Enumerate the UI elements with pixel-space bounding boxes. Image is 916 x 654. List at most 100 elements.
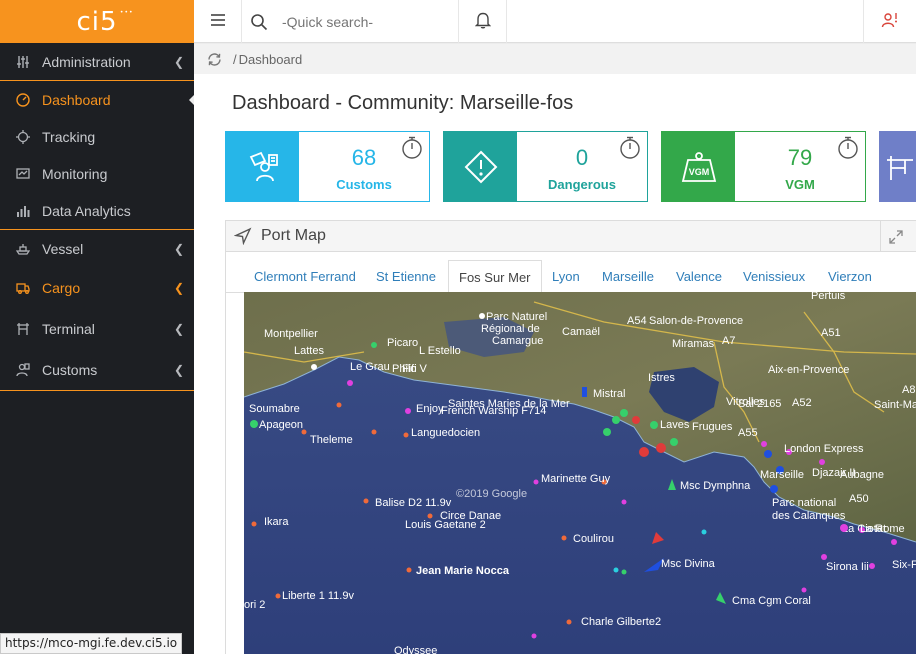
speedometer-icon [16,92,30,107]
tab-venissieux[interactable]: Venissieux [743,260,805,293]
sidebar-item-label: Terminal [42,320,95,337]
svg-text:Parc Naturel: Parc Naturel [486,311,547,323]
user-alert-icon [881,11,899,32]
tab-marseille[interactable]: Marseille [602,260,654,293]
satellite-map[interactable]: Montpellier Lattes Parc Naturel Régional… [244,292,916,654]
breadcrumb: / Dashboard [194,44,916,74]
svg-text:Djazair II: Djazair II [812,467,855,479]
svg-text:©2019 Google: ©2019 Google [456,488,527,500]
svg-text:Apageon: Apageon [259,419,303,431]
svg-text:Languedocien: Languedocien [411,427,480,439]
svg-text:A8: A8 [902,384,915,396]
expand-icon[interactable] [880,221,910,252]
main-content: Dashboard - Community: Marseille-fos 68 … [194,74,916,654]
tab-clermont-ferrand[interactable]: Clermont Ferrand [254,260,356,293]
svg-text:Liberte 1 11.9v: Liberte 1 11.9v [282,590,354,602]
tab-st-etienne[interactable]: St Etienne [376,260,436,293]
svg-text:des Calanques: des Calanques [772,510,846,522]
sidebar-item-label: Data Analytics [42,202,131,219]
sidebar-item-monitoring[interactable]: Monitoring [0,155,194,192]
nav-group-main: Dashboard Tracking Monitoring Data Analy… [0,81,195,230]
search-box[interactable] [242,0,459,43]
svg-text:Ikara: Ikara [264,516,289,528]
tab-fos-sur-mer[interactable]: Fos Sur Mer [448,260,542,293]
topbar [194,0,916,43]
monitor-chart-icon [16,167,30,181]
logo-text: ci5 ••• [76,6,134,37]
tab-lyon[interactable]: Lyon [552,260,580,293]
sidebar-item-data-analytics[interactable]: Data Analytics [0,192,194,229]
sidebar-item-label: Cargo [42,279,81,296]
notifications-button[interactable] [459,0,507,43]
svg-text:Parc national: Parc national [772,497,836,509]
terminal-card[interactable] [879,131,916,202]
menu-toggle-button[interactable] [194,0,242,43]
customs-card[interactable]: 68 Customs [225,131,430,202]
svg-text:A54: A54 [627,315,647,327]
sidebar-item-vessel[interactable]: Vessel ❮ [0,230,194,267]
crane-icon [16,322,30,336]
svg-text:Fifi: Fifi [402,363,417,375]
chevron-left-icon: ❮ [173,54,184,69]
stopwatch-icon [619,136,641,163]
sidebar-item-terminal[interactable]: Terminal ❮ [0,308,194,349]
chevron-left-icon: ❮ [173,241,184,256]
svg-text:A50: A50 [849,493,869,505]
customs-officer-icon [16,362,30,377]
sidebar-item-dashboard[interactable]: Dashboard [0,81,195,118]
svg-text:Camargue: Camargue [492,335,543,347]
weight-scale-icon: VGM [662,132,735,201]
bar-chart-icon [16,204,30,218]
svg-text:Laves: Laves [660,419,690,431]
svg-text:Louis Gaetane 2: Louis Gaetane 2 [405,519,486,531]
sidebar-item-label: Dashboard [42,91,111,108]
svg-text:A55: A55 [738,427,758,439]
status-url: https://mco-mgi.fe.dev.ci5.io [0,633,183,654]
nav-group-admin: Administration ❮ [0,43,194,81]
svg-text:La Rome: La Rome [860,523,905,535]
svg-text:Marseille: Marseille [760,469,804,481]
svg-text:A7: A7 [722,335,735,347]
user-menu-button[interactable] [863,0,916,43]
sidebar-item-tracking[interactable]: Tracking [0,118,194,155]
tab-vierzon[interactable]: Vierzon [828,260,872,293]
svg-text:Picaro: Picaro [387,337,418,349]
breadcrumb-separator: / [233,51,237,67]
svg-text:Sal 2165: Sal 2165 [738,398,781,410]
sliders-icon [16,55,30,69]
sidebar-item-administration[interactable]: Administration ❮ [0,43,194,80]
refresh-icon[interactable] [206,51,223,68]
chevron-left-icon: ❮ [173,321,184,336]
sidebar: ci5 ••• Administration ❮ Dashboard Tracki… [0,0,195,654]
crane-icon [880,132,916,201]
search-input[interactable] [282,13,442,30]
svg-text:A52: A52 [792,397,812,409]
svg-text:Coulirou: Coulirou [573,533,614,545]
port-tabs: Clermont Ferrand St Etienne Fos Sur Mer … [226,260,916,293]
tab-valence[interactable]: Valence [676,260,722,293]
svg-text:Charle Gilberte2: Charle Gilberte2 [581,616,661,628]
svg-text:Jean Marie Nocca: Jean Marie Nocca [416,565,510,577]
dangerous-card[interactable]: 0 Dangerous [443,131,648,202]
chevron-left-icon: ❮ [173,362,184,377]
svg-text:Saint-Ma: Saint-Ma [874,399,916,411]
svg-text:Régional de: Régional de [481,323,540,335]
svg-text:Soumabre: Soumabre [249,403,300,415]
svg-text:Marinette Guy: Marinette Guy [541,473,611,485]
vgm-label: VGM [785,177,815,192]
svg-text:Msc Dymphna: Msc Dymphna [680,480,751,492]
sidebar-item-customs[interactable]: Customs ❮ [0,349,194,390]
bell-icon [474,11,491,32]
app-logo[interactable]: ci5 ••• [0,0,194,43]
crosshair-icon [16,129,30,144]
sidebar-item-cargo[interactable]: Cargo ❮ [0,267,194,308]
svg-text:Montpellier: Montpellier [264,328,318,340]
svg-text:Theleme: Theleme [310,434,353,446]
svg-text:Cma Cgm Coral: Cma Cgm Coral [732,595,811,607]
chevron-left-icon: ❮ [173,280,184,295]
svg-text:A51: A51 [821,327,841,339]
svg-text:Lattes: Lattes [294,345,324,357]
vgm-card[interactable]: VGM 79 VGM [661,131,866,202]
sidebar-item-label: Tracking [42,128,96,145]
svg-text:Istres: Istres [648,372,675,384]
